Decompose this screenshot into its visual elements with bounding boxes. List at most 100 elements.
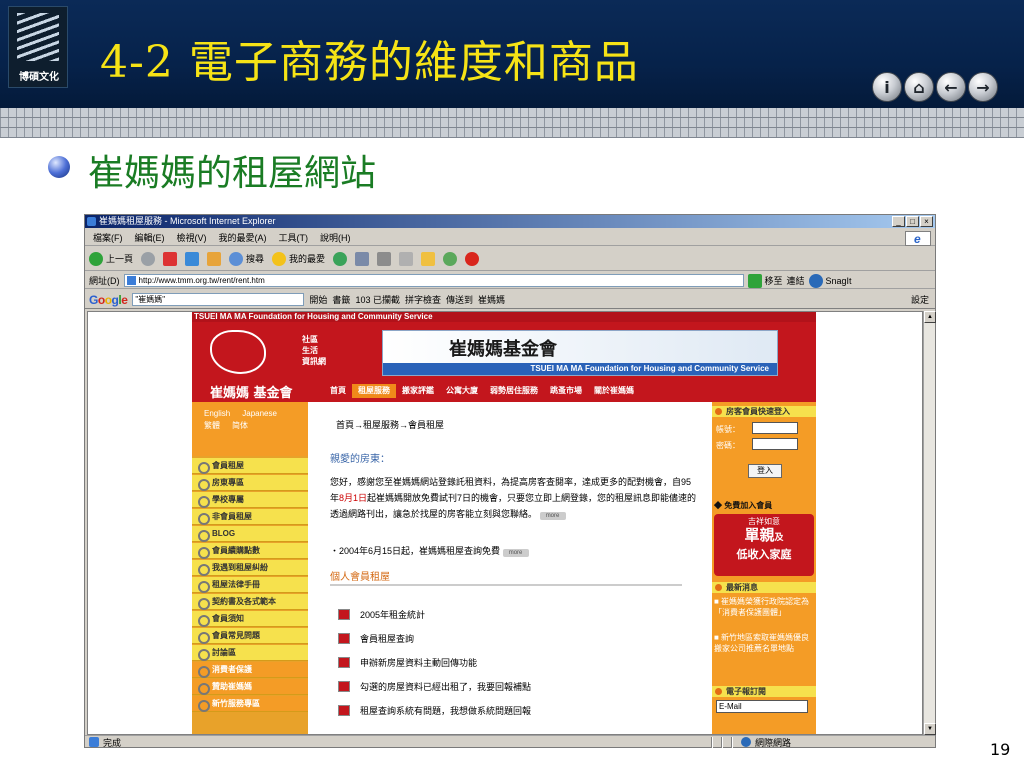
home-button[interactable]: ⌂: [904, 72, 934, 102]
email-input[interactable]: E-Mail: [716, 700, 808, 713]
nav-apartment[interactable]: 公寓大廈: [440, 384, 484, 398]
highlight-term-button[interactable]: 崔媽媽: [478, 293, 505, 306]
lang-japanese[interactable]: Japanese: [242, 408, 277, 420]
sidebar-item-school[interactable]: 學校專屬: [192, 492, 308, 508]
page-done-icon: [89, 737, 99, 747]
login-button[interactable]: 登入: [748, 464, 782, 478]
nav-home[interactable]: 首頁: [324, 384, 352, 398]
banner-social-line: 社區: [302, 335, 318, 344]
back-button[interactable]: 上一頁: [89, 251, 133, 266]
menu-file[interactable]: 檔案(F): [93, 231, 123, 244]
links-label[interactable]: 連結: [787, 274, 805, 287]
sidebar-item-hsinchu[interactable]: 新竹服務專區: [192, 696, 308, 712]
link-rent-stats[interactable]: 2005年租金統計: [338, 608, 425, 621]
nav-moving[interactable]: 搬家評鑑: [396, 384, 440, 398]
favorites-button[interactable]: 我的最愛: [272, 251, 325, 266]
sidebar-item-law-handbook[interactable]: 租屋法律手冊: [192, 577, 308, 593]
sidebar-item-member-rental[interactable]: 會員租屋: [192, 458, 308, 474]
folder-button[interactable]: [421, 251, 436, 266]
mail-button[interactable]: [355, 251, 370, 266]
link-report-bug[interactable]: 租屋查詢系統有問題，我想做系統問題回報: [338, 704, 531, 717]
nav-about[interactable]: 關於崔媽媽: [588, 384, 640, 398]
banner-social-links[interactable]: 社區 生活 資訊網: [302, 334, 326, 367]
menu-help[interactable]: 說明(H): [320, 231, 351, 244]
scroll-up-icon[interactable]: ▲: [924, 311, 936, 323]
lang-simplified[interactable]: 简体: [232, 420, 248, 432]
notice-text: ・2004年6月15日起，崔媽媽租屋查詢免費: [330, 546, 501, 556]
maximize-button[interactable]: □: [906, 216, 919, 227]
account-input[interactable]: [752, 422, 798, 434]
page-number: 19: [990, 740, 1011, 759]
forward-icon: [141, 251, 156, 266]
sidebar-item-blog[interactable]: BLOG: [192, 526, 308, 542]
sidebar-item-member-notice[interactable]: 會員須知: [192, 611, 308, 627]
google-toolbar: Google "崔媽媽" 開始 書籤 103 已攔截 拼字檢查 傳送到 崔媽媽 …: [85, 291, 935, 309]
menu-favorites[interactable]: 我的最愛(A): [219, 231, 267, 244]
sidebar-item-sponsor[interactable]: 贊助崔媽媽: [192, 679, 308, 695]
nav-flea-market[interactable]: 跳蚤市場: [544, 384, 588, 398]
more-link[interactable]: more: [539, 512, 566, 520]
section-title: 個人會員租屋: [330, 572, 390, 583]
sidebar-item-contracts[interactable]: 契約書及各式範本: [192, 594, 308, 610]
lang-traditional[interactable]: 繁體: [204, 420, 220, 432]
news-item[interactable]: ■ 崔媽媽榮獲行政院認定為「消費者保護團體」: [714, 596, 814, 618]
google-settings-button[interactable]: 設定: [911, 293, 929, 306]
sidebar-item-faq[interactable]: 會員常見問題: [192, 628, 308, 644]
password-input[interactable]: [752, 438, 798, 450]
sidebar-item-forum[interactable]: 討論區: [192, 645, 308, 661]
messenger-button[interactable]: [443, 251, 458, 266]
google-search-input[interactable]: "崔媽媽": [132, 293, 305, 306]
history-button[interactable]: [333, 251, 348, 266]
news-item[interactable]: ■ 新竹地區索取崔媽媽優良搬家公司推薦名單地點: [714, 632, 814, 654]
go-button[interactable]: 移至: [747, 273, 783, 288]
bullet-icon: [48, 156, 70, 178]
nav-vulnerable-housing[interactable]: 弱勢居住服務: [484, 384, 544, 398]
home-nav-button[interactable]: [207, 251, 222, 266]
sidebar-item-consumer[interactable]: 消費者保護: [192, 662, 308, 678]
snagit-button[interactable]: SnagIt: [808, 273, 852, 288]
nav-rental[interactable]: 租屋服務: [352, 384, 396, 398]
popup-button[interactable]: [465, 251, 480, 266]
left-sidebar: English Japanese 繁體 简体 會員租屋 房東專區 學校專屬 非會員租…: [192, 402, 308, 734]
minimize-button[interactable]: _: [892, 216, 905, 227]
popup-blocked-count[interactable]: 103 已攔截: [355, 293, 400, 306]
status-separator: [711, 736, 714, 748]
next-button[interactable]: →: [968, 72, 998, 102]
link-auto-return[interactable]: 申辦新房屋資料主動回傳功能: [338, 656, 477, 669]
search-button[interactable]: 搜尋: [229, 251, 264, 266]
link-report-rented[interactable]: 勾選的房屋資料已經出租了，我要回報補點: [338, 680, 531, 693]
edit-button[interactable]: [399, 251, 414, 266]
banner-panel: 崔媽媽基金會 TSUEI MA MA Foundation for Housin…: [382, 330, 778, 376]
sidebar-item-dispute[interactable]: 我遇到租屋糾紛: [192, 560, 308, 576]
send-to-button[interactable]: 傳送到: [446, 293, 473, 306]
lang-english[interactable]: English: [204, 408, 230, 420]
previous-button[interactable]: ←: [936, 72, 966, 102]
address-input[interactable]: http://www.tmm.org.tw/rent/rent.htm: [123, 274, 744, 287]
more-link[interactable]: more: [502, 549, 529, 557]
google-bookmarks-button[interactable]: 書籤: [332, 293, 350, 306]
close-button[interactable]: ×: [920, 216, 933, 227]
forward-button[interactable]: [141, 251, 156, 266]
account-label: 帳號：: [716, 425, 740, 434]
sidebar-item-renew-points[interactable]: 會員續購點數: [192, 543, 308, 559]
site-brand[interactable]: 崔媽媽 基金會: [192, 382, 324, 401]
scroll-down-icon[interactable]: ▼: [924, 723, 936, 735]
sidebar-item-non-member[interactable]: 非會員租屋: [192, 509, 308, 525]
spellcheck-button[interactable]: 拼字檢查: [405, 293, 441, 306]
join-member-link[interactable]: ◆ 免費加入會員: [714, 500, 772, 511]
link-member-query[interactable]: 會員租屋查詢: [338, 632, 414, 645]
info-button[interactable]: i: [872, 72, 902, 102]
sidebar-item-landlord[interactable]: 房東專區: [192, 475, 308, 491]
promo-banner[interactable]: 吉祥如意 單親及 低收入家庭: [714, 514, 814, 576]
google-search-button[interactable]: 開始: [309, 293, 327, 306]
menu-edit[interactable]: 編輯(E): [135, 231, 165, 244]
print-icon: [377, 251, 392, 266]
login-header: 房客會員快速登入: [712, 406, 816, 417]
print-button[interactable]: [377, 251, 392, 266]
slide-subtitle: 崔媽媽的租屋網站: [88, 153, 377, 194]
refresh-button[interactable]: [185, 251, 200, 266]
stop-button[interactable]: [163, 251, 178, 266]
vertical-scrollbar[interactable]: ▲ ▼: [923, 311, 936, 735]
menu-view[interactable]: 檢視(V): [177, 231, 207, 244]
menu-tools[interactable]: 工具(T): [279, 231, 309, 244]
